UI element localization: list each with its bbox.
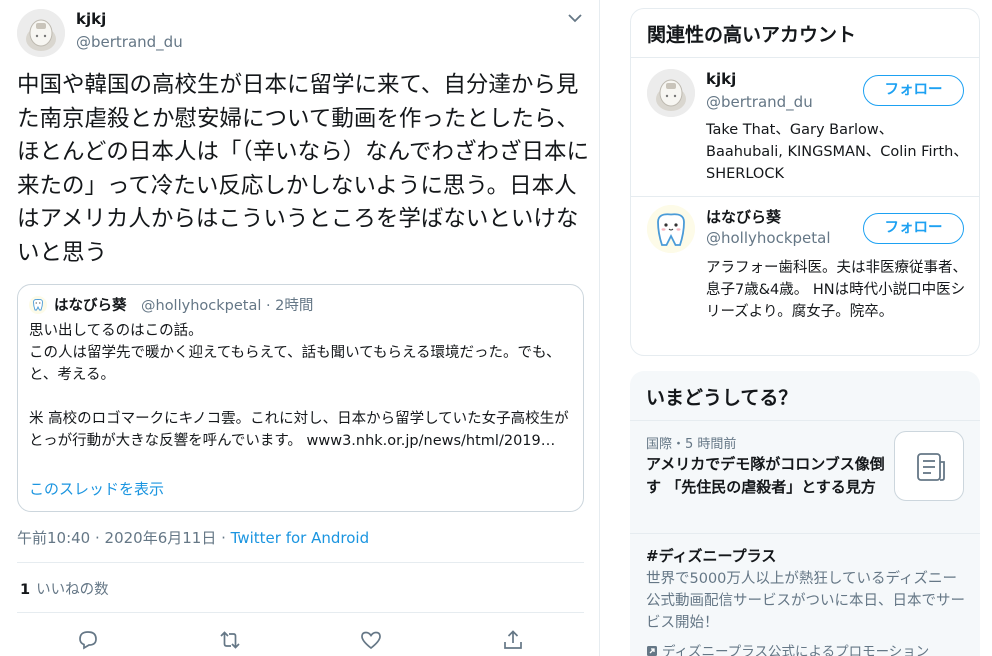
account-avatar[interactable]: [647, 205, 695, 253]
related-accounts-title: 関連性の高いアカウント: [647, 24, 857, 46]
tweet-detail: kjkj @bertrand_du 中国や韓国の高校生が日本に留学に来て、自分達…: [0, 0, 600, 656]
show-thread-link[interactable]: このスレッドを表示: [29, 478, 164, 499]
account-name[interactable]: kjkj: [706, 70, 736, 88]
account-handle[interactable]: @bertrand_du: [706, 93, 813, 111]
likes-label: いいねの数: [36, 582, 109, 598]
trend-title: アメリカでデモ隊がコロンブス像倒す 「先住民の虐殺者」とする見方: [646, 455, 885, 496]
client-link[interactable]: Twitter for Android: [231, 529, 369, 547]
account-handle[interactable]: @hollyhockpetal: [706, 229, 831, 247]
divider: [630, 420, 980, 421]
author-name[interactable]: kjkj: [76, 10, 106, 28]
related-accounts-card: 関連性の高いアカウント kjkj @bertrand_du フォロー Take …: [630, 8, 980, 356]
tweet-text: 中国や韓国の高校生が日本に留学に来て、自分達から見た南京虐殺とか慰安婦について動…: [17, 72, 589, 266]
quoted-tweet[interactable]: はなびら葵 @hollyhockpetal · 2時間 思い出してるのはこの話。…: [17, 284, 584, 512]
promoted-text: ディズニープラス公式によるプロモーション: [662, 644, 930, 656]
trend-thumbnail: [894, 431, 964, 501]
quoted-author-name: はなびら葵: [54, 298, 127, 314]
divider: [17, 562, 584, 563]
author-handle[interactable]: @bertrand_du: [76, 33, 183, 51]
share-icon[interactable]: [501, 628, 525, 652]
divider: [631, 196, 979, 197]
account-bio: アラフォー歯科医。夫は非医療従事者、息子7歳&4歳。 HNは時代小説口中医シリー…: [706, 260, 967, 320]
account-avatar[interactable]: [647, 69, 695, 117]
account-bio: Take That、Gary Barlow、Baahubali, KINGSMA…: [706, 122, 968, 182]
trends-card: いまどうしてる？ 国際・5 時間前 アメリカでデモ隊がコロンブス像倒す 「先住民…: [630, 371, 980, 656]
follow-button[interactable]: フォロー: [863, 213, 964, 244]
author-avatar[interactable]: [17, 9, 65, 57]
reply-icon[interactable]: [76, 628, 100, 652]
quoted-author-avatar: [29, 296, 47, 314]
divider: [630, 533, 980, 534]
likes-count[interactable]: 1 いいねの数: [20, 578, 109, 599]
divider: [631, 57, 979, 58]
quoted-author-meta: @hollyhockpetal · 2時間: [141, 298, 314, 314]
likes-number: 1: [20, 582, 31, 598]
promoted-icon: [647, 646, 657, 656]
trends-title: いまどうしてる？: [646, 387, 798, 409]
trend-title: #ディズニープラス: [646, 547, 777, 565]
retweet-icon[interactable]: [218, 628, 242, 652]
timestamp-text: 午前10:40 · 2020年6月11日 ·: [17, 529, 231, 547]
divider: [17, 612, 584, 613]
promoted-label: ディズニープラス公式によるプロモーション: [646, 640, 929, 656]
chevron-down-icon[interactable]: [566, 12, 584, 24]
follow-button[interactable]: フォロー: [863, 75, 964, 106]
trend-meta: 国際・5 時間前: [646, 437, 737, 452]
quoted-tweet-text: 思い出してるのはこの話。 この人は留学先で暖かく迎えてもらえて、話も聞いてもらえ…: [29, 323, 569, 449]
like-icon[interactable]: [359, 628, 383, 652]
article-icon: [917, 453, 945, 481]
account-name[interactable]: はなびら葵: [706, 206, 781, 227]
tweet-timestamp: 午前10:40 · 2020年6月11日 · Twitter for Andro…: [17, 527, 369, 548]
trend-description: 世界で5000万人以上が熱狂しているディズニー公式動画配信サービスがついに本日、…: [646, 571, 965, 631]
